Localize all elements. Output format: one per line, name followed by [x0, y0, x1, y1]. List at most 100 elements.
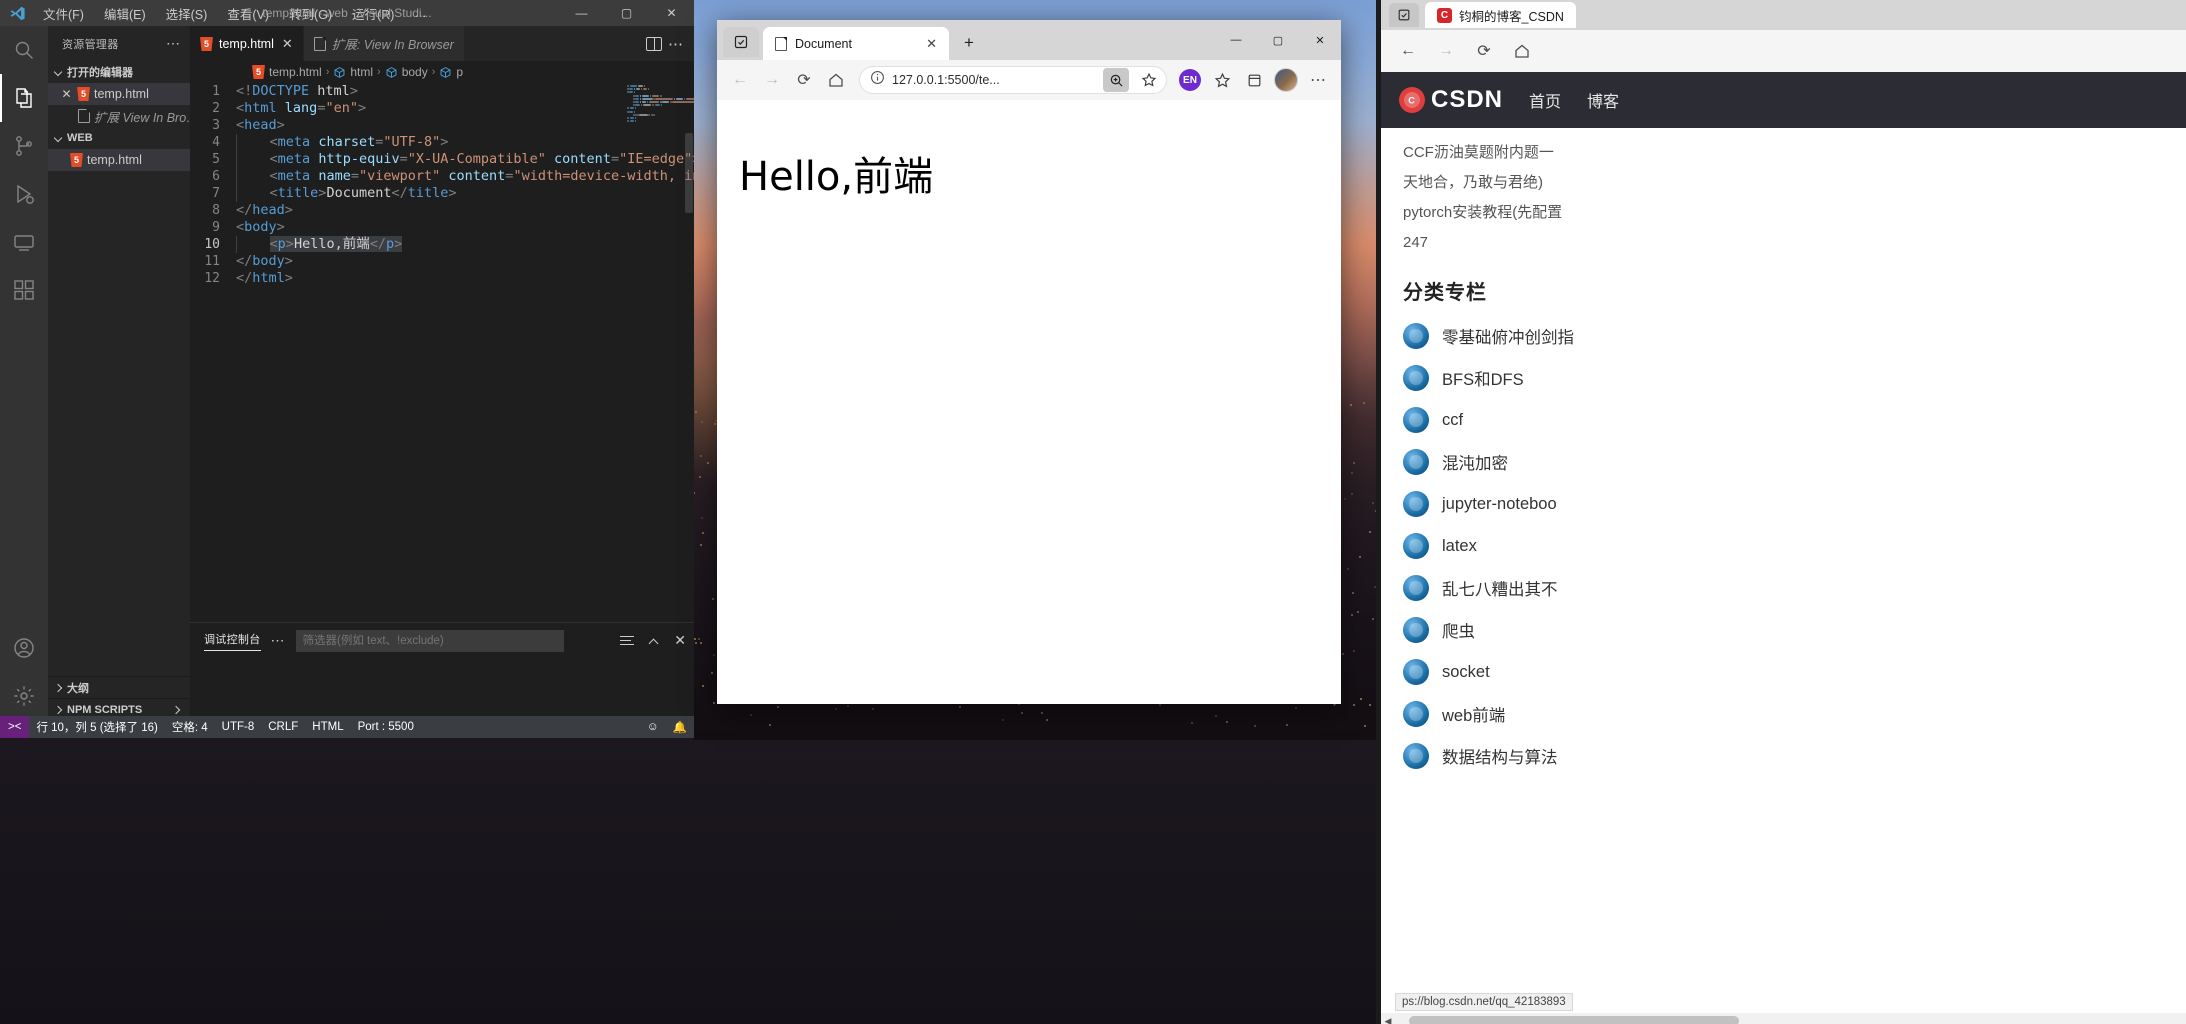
breadcrumb-item-file[interactable]: temp.html: [269, 65, 322, 79]
zoom-in-icon[interactable]: [1103, 68, 1129, 92]
profile-avatar[interactable]: [1274, 68, 1298, 92]
sidebar-section-open-editors[interactable]: 打开的编辑器: [48, 61, 190, 83]
menu-view[interactable]: 查看(V): [218, 1, 278, 26]
breadcrumb-item-body[interactable]: body: [402, 65, 428, 79]
remote-explorer-icon[interactable]: [0, 218, 48, 266]
code-line-text[interactable]: <html lang="en">: [236, 100, 366, 117]
code-lines-container[interactable]: 1<!DOCTYPE html>2<html lang="en">3<head>…: [190, 83, 694, 287]
csdn-category-item[interactable]: latex: [1403, 525, 2186, 567]
refresh-button[interactable]: ⟳: [1469, 36, 1499, 66]
code-line[interactable]: 9<body>: [190, 219, 694, 236]
back-button[interactable]: ←: [1393, 36, 1423, 66]
code-line[interactable]: 4 <meta charset="UTF-8">: [190, 134, 694, 151]
code-line[interactable]: 2<html lang="en">: [190, 100, 694, 117]
code-line-text[interactable]: <head>: [236, 117, 285, 134]
csdn-nav-home[interactable]: 首页: [1529, 88, 1561, 112]
menu-selection[interactable]: 选择(S): [157, 1, 217, 26]
article-line[interactable]: CCF沥油莫题附内题一: [1403, 138, 2166, 168]
csdn-horizontal-scrollbar[interactable]: ◀: [1381, 1013, 2186, 1024]
breadcrumb-item-p[interactable]: p: [456, 65, 463, 79]
panel-console-output[interactable]: [190, 658, 694, 720]
csdn-category-item[interactable]: ccf: [1403, 399, 2186, 441]
code-line-text[interactable]: <p>Hello,前端</p>: [236, 236, 402, 253]
csdn-category-item[interactable]: 数据结构与算法: [1403, 735, 2186, 777]
statusbar-encoding[interactable]: UTF-8: [215, 721, 262, 733]
code-line[interactable]: 12</html>: [190, 270, 694, 287]
forward-button[interactable]: →: [1431, 36, 1461, 66]
code-line-text[interactable]: <!DOCTYPE html>: [236, 83, 358, 100]
new-tab-button[interactable]: +: [955, 29, 983, 57]
menu-more[interactable]: …: [405, 3, 436, 23]
edge-minimize-button[interactable]: —: [1215, 20, 1257, 60]
code-editor[interactable]: 1<!DOCTYPE html>2<html lang="en">3<head>…: [190, 83, 694, 622]
vscode-close-button[interactable]: ✕: [649, 0, 694, 26]
url-text[interactable]: 127.0.0.1:5500/te...: [892, 73, 1096, 87]
open-editor-view-in-browser[interactable]: 扩展 View In Bro…: [48, 105, 190, 127]
scroll-left-arrow[interactable]: ◀: [1381, 1016, 1395, 1024]
code-line-text[interactable]: </html>: [236, 270, 293, 287]
code-line[interactable]: 5 <meta http-equiv="X-UA-Compatible" con…: [190, 151, 694, 168]
menu-goto[interactable]: 转到(G): [280, 1, 341, 26]
csdn-category-item[interactable]: 乱七八糟出其不: [1403, 567, 2186, 609]
vscode-menubar[interactable]: 文件(F) 编辑(E) 选择(S) 查看(V) 转到(G) 运行(R) …: [34, 1, 436, 26]
run-debug-icon[interactable]: [0, 170, 48, 218]
vscode-minimize-button[interactable]: —: [559, 0, 604, 26]
close-editor-icon[interactable]: ✕: [60, 87, 73, 101]
statusbar-language-mode[interactable]: HTML: [305, 721, 350, 733]
article-line[interactable]: pytorch安装教程(先配置: [1403, 198, 2166, 228]
close-tab-icon[interactable]: ✕: [922, 36, 941, 52]
notifications-bell-icon[interactable]: 🔔: [666, 720, 694, 734]
csdn-category-item[interactable]: 爬虫: [1403, 609, 2186, 651]
article-line[interactable]: 天地合，乃敢与君绝): [1403, 168, 2166, 198]
file-temp-html[interactable]: 5 temp.html: [48, 149, 190, 171]
statusbar-indentation[interactable]: 空格: 4: [165, 719, 215, 735]
edge-close-button[interactable]: ✕: [1299, 20, 1341, 60]
code-line-text[interactable]: <meta name="viewport" content="width=dev…: [236, 168, 694, 185]
close-panel-icon[interactable]: ✕: [674, 632, 686, 649]
collapse-panel-icon[interactable]: [648, 635, 660, 647]
statusbar-live-server-port[interactable]: Port : 5500: [351, 721, 421, 733]
forward-button[interactable]: →: [757, 65, 787, 95]
scrollbar-thumb[interactable]: [685, 133, 693, 213]
code-line[interactable]: 10 <p>Hello,前端</p>: [190, 236, 694, 253]
statusbar-remote-indicator[interactable]: ><: [0, 716, 29, 738]
favorites-star-icon[interactable]: [1207, 65, 1237, 95]
statusbar-cursor-position[interactable]: 行 10，列 5 (选择了 16): [29, 719, 164, 735]
code-line-text[interactable]: <body>: [236, 219, 285, 236]
tab-view-in-browser[interactable]: 扩展: View In Browser: [304, 26, 465, 61]
csdn-tab[interactable]: C 钧桐的博客_CSDN: [1425, 2, 1576, 28]
menu-edit[interactable]: 编辑(E): [95, 1, 155, 26]
vscode-maximize-button[interactable]: ▢: [604, 0, 649, 26]
explorer-icon[interactable]: [0, 74, 48, 122]
csdn-category-item[interactable]: web前端: [1403, 693, 2186, 735]
address-bar[interactable]: 127.0.0.1:5500/te...: [859, 66, 1167, 94]
more-actions-icon[interactable]: ⋯: [668, 35, 684, 53]
tab-temp-html[interactable]: 5 temp.html ✕: [190, 26, 304, 61]
csdn-category-item[interactable]: 零基础俯冲创剑指: [1403, 315, 2186, 357]
close-tab-icon[interactable]: ✕: [282, 36, 293, 52]
code-line-text[interactable]: <meta http-equiv="X-UA-Compatible" conte…: [236, 151, 694, 168]
sidebar-section-outline[interactable]: 大纲: [48, 676, 190, 698]
extensions-icon[interactable]: [0, 266, 48, 314]
code-line[interactable]: 7 <title>Document</title>: [190, 185, 694, 202]
statusbar-eol[interactable]: CRLF: [261, 721, 305, 733]
search-icon[interactable]: [0, 26, 48, 74]
more-settings-icon[interactable]: ⋯: [1303, 65, 1333, 95]
menu-run[interactable]: 运行(R): [343, 1, 403, 26]
code-line[interactable]: 11</body>: [190, 253, 694, 270]
code-line[interactable]: 8</head>: [190, 202, 694, 219]
breadcrumb-item-html[interactable]: html: [350, 65, 373, 79]
tab-search-icon[interactable]: [1389, 3, 1419, 27]
menu-file[interactable]: 文件(F): [34, 1, 93, 26]
back-button[interactable]: ←: [725, 65, 755, 95]
panel-tab-debug-console[interactable]: 调试控制台: [204, 631, 261, 651]
code-line-text[interactable]: <title>Document</title>: [236, 185, 457, 202]
feedback-smiley-icon[interactable]: ☺: [640, 721, 666, 733]
code-line[interactable]: 3<head>: [190, 117, 694, 134]
editor-vertical-scrollbar[interactable]: [684, 83, 694, 622]
csdn-category-item[interactable]: 混沌加密: [1403, 441, 2186, 483]
code-line-text[interactable]: <meta charset="UTF-8">: [236, 134, 448, 151]
code-line[interactable]: 1<!DOCTYPE html>: [190, 83, 694, 100]
tab-search-icon[interactable]: [723, 27, 759, 57]
code-line-text[interactable]: </head>: [236, 202, 293, 219]
